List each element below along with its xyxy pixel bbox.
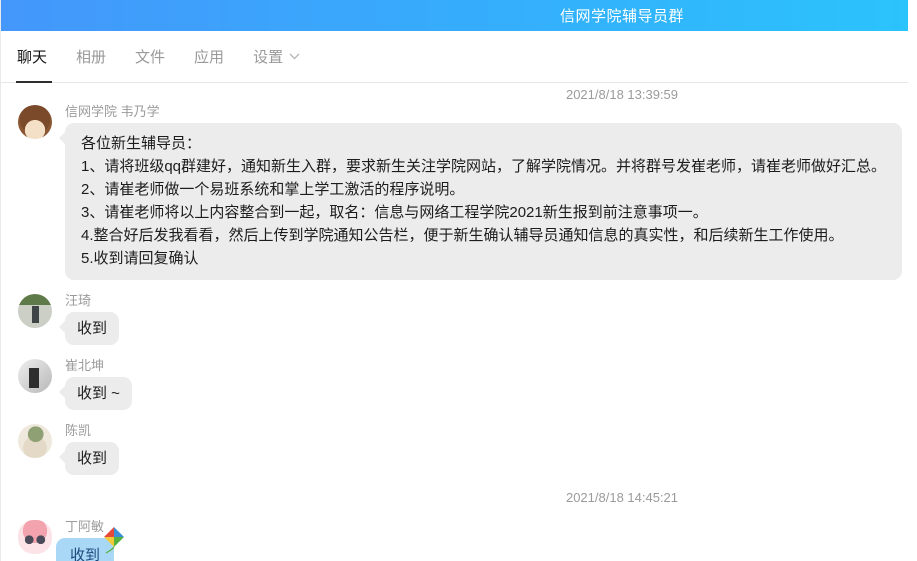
- chevron-down-icon: [289, 53, 300, 60]
- tab-files[interactable]: 文件: [135, 31, 165, 83]
- chat-message: 丁阿敏 收到: [1, 519, 908, 561]
- avatar-wang-qi[interactable]: [18, 294, 52, 328]
- sender-name: 崔北坤: [65, 358, 908, 374]
- sender-name: 汪琦: [65, 293, 908, 309]
- message-bubble: 收到: [65, 312, 119, 345]
- chat-message: 陈凯 收到: [1, 423, 908, 475]
- tab-album[interactable]: 相册: [76, 31, 106, 83]
- tab-chat[interactable]: 聊天: [17, 31, 47, 83]
- avatar-cui-beikun[interactable]: [18, 359, 52, 393]
- chat-message-area: 2021/8/18 13:39:59 信网学院 韦乃学 各位新生辅导员： 1、请…: [1, 83, 908, 561]
- sender-name: 信网学院 韦乃学: [65, 104, 908, 120]
- message-bubble-decorated: 收到: [56, 538, 114, 561]
- tab-apps[interactable]: 应用: [194, 31, 224, 83]
- sender-name: 陈凯: [65, 423, 908, 439]
- tab-bar: 聊天 相册 文件 应用 设置: [1, 31, 908, 83]
- message-bubble: 收到: [65, 442, 119, 475]
- sender-name: 丁阿敏: [65, 519, 908, 535]
- message-bubble: 收到 ~: [65, 377, 132, 410]
- group-chat-window: 信网学院辅导员群 聊天 相册 文件 应用 设置 2021/8/18 13:39:…: [0, 0, 908, 561]
- timestamp: 2021/8/18 13:39:59: [1, 87, 908, 103]
- message-bubble: 各位新生辅导员： 1、请将班级qq群建好，通知新生入群，要求新生关注学院网站，了…: [65, 123, 902, 280]
- group-title: 信网学院辅导员群: [560, 5, 684, 26]
- avatar-wei-naixue[interactable]: [18, 105, 52, 139]
- tab-settings[interactable]: 设置: [253, 31, 300, 83]
- chat-message: 汪琦 收到: [1, 293, 908, 345]
- kite-icon: [101, 526, 127, 558]
- avatar-ding-amin[interactable]: [18, 520, 52, 554]
- timestamp: 2021/8/18 14:45:21: [1, 490, 908, 506]
- chat-message: 信网学院 韦乃学 各位新生辅导员： 1、请将班级qq群建好，通知新生入群，要求新…: [1, 104, 908, 280]
- chat-message: 崔北坤 收到 ~: [1, 358, 908, 410]
- avatar-chen-kai[interactable]: [18, 424, 52, 458]
- title-bar: 信网学院辅导员群: [1, 0, 908, 31]
